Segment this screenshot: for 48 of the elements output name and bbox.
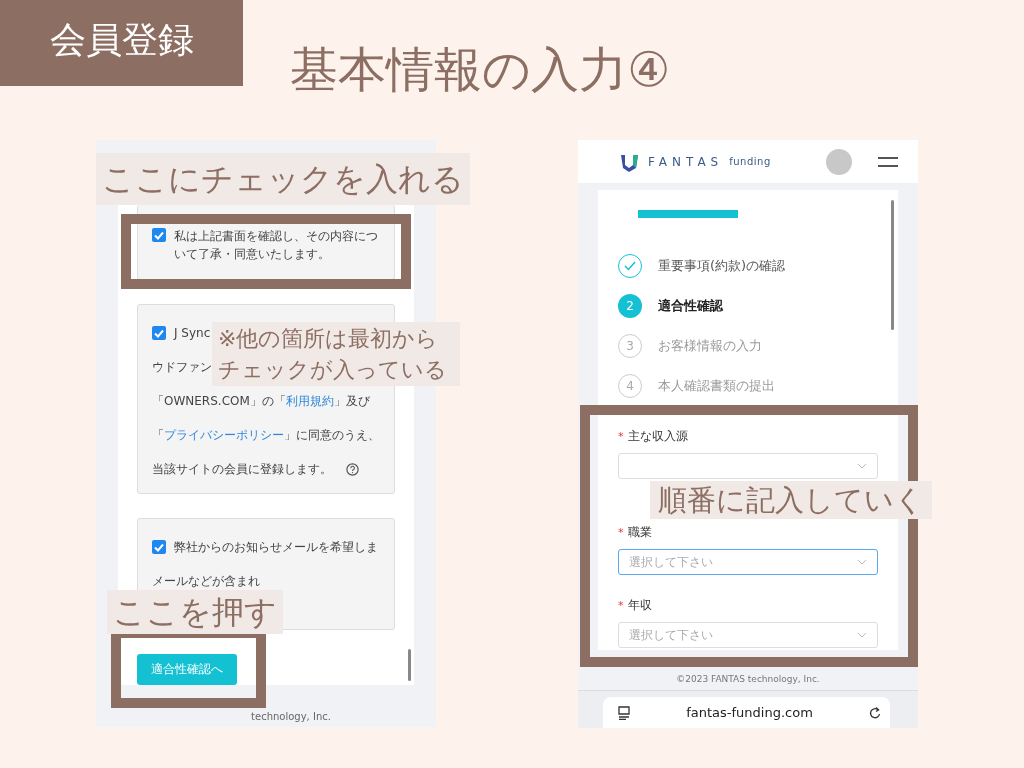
step-marker: 2	[618, 294, 642, 318]
field-label: 職業	[627, 524, 652, 541]
step-label: お客様情報の入力	[658, 337, 762, 355]
chevron-down-icon	[857, 559, 867, 565]
consent-text: メールなどが含まれ	[152, 573, 260, 589]
reload-icon[interactable]	[868, 705, 882, 720]
consent-text: 当該サイトの会員に登録します。	[152, 461, 332, 477]
required-mark: *	[618, 526, 624, 539]
select-field[interactable]: 選択して下さい	[618, 622, 878, 648]
page-icon	[617, 705, 631, 720]
terms-link[interactable]: 利用規約	[285, 394, 334, 408]
callout-note: 順番に記入していく	[650, 481, 932, 519]
field-label: 年収	[627, 597, 652, 614]
select-field[interactable]	[618, 453, 878, 479]
next-button[interactable]: 適合性確認へ	[137, 654, 237, 685]
consent-text: 「プライバシーポリシー」に同意のうえ、	[152, 427, 380, 443]
required-mark: *	[618, 430, 624, 443]
address-bar[interactable]: fantas-funding.com	[603, 697, 890, 728]
copyright-text: technology, Inc.	[251, 711, 331, 722]
step-label: 重要事項(約款)の確認	[658, 257, 786, 275]
consent-text: 「OWNERS.COM」の「利用規約」及び	[152, 393, 370, 409]
field-label: 主な収入源	[627, 428, 688, 445]
page-tag: 会員登録	[0, 0, 243, 86]
chevron-down-icon	[857, 463, 867, 469]
help-icon[interactable]	[346, 462, 359, 476]
select-field[interactable]: 選択して下さい	[618, 549, 878, 575]
consent-text: 私は上記書面を確認し、その内容について了承・同意いたします。	[174, 228, 379, 263]
required-mark: *	[618, 599, 624, 612]
check-icon	[624, 261, 636, 271]
terms-link[interactable]: プライバシーポリシー	[164, 428, 284, 442]
callout-note: ※他の箇所は最初からチェックが入っている	[212, 322, 460, 386]
consent-text: 弊社からのお知らせメールを希望しま	[174, 539, 378, 555]
slide-title: 基本情報の入力④	[290, 40, 671, 99]
chevron-down-icon	[857, 632, 867, 638]
copyright-text: ©2023 FANTAS technology, Inc.	[676, 674, 820, 684]
step-label: 本人確認書類の提出	[658, 377, 775, 395]
brand-subtitle: funding	[729, 156, 771, 167]
checkbox[interactable]	[152, 326, 166, 340]
checkbox[interactable]	[152, 228, 166, 242]
consent-text: J Sync	[174, 325, 211, 341]
step-label: 適合性確認	[658, 297, 723, 315]
brand-name: FANTAS	[648, 154, 724, 169]
callout-note: ここにチェックを入れる	[96, 153, 470, 205]
consent-text: ウドファン	[152, 359, 212, 375]
url-text: fantas-funding.com	[685, 705, 814, 720]
scrollbar	[408, 649, 411, 681]
callout-note: ここを押す	[107, 590, 283, 634]
checkbox[interactable]	[152, 540, 166, 554]
